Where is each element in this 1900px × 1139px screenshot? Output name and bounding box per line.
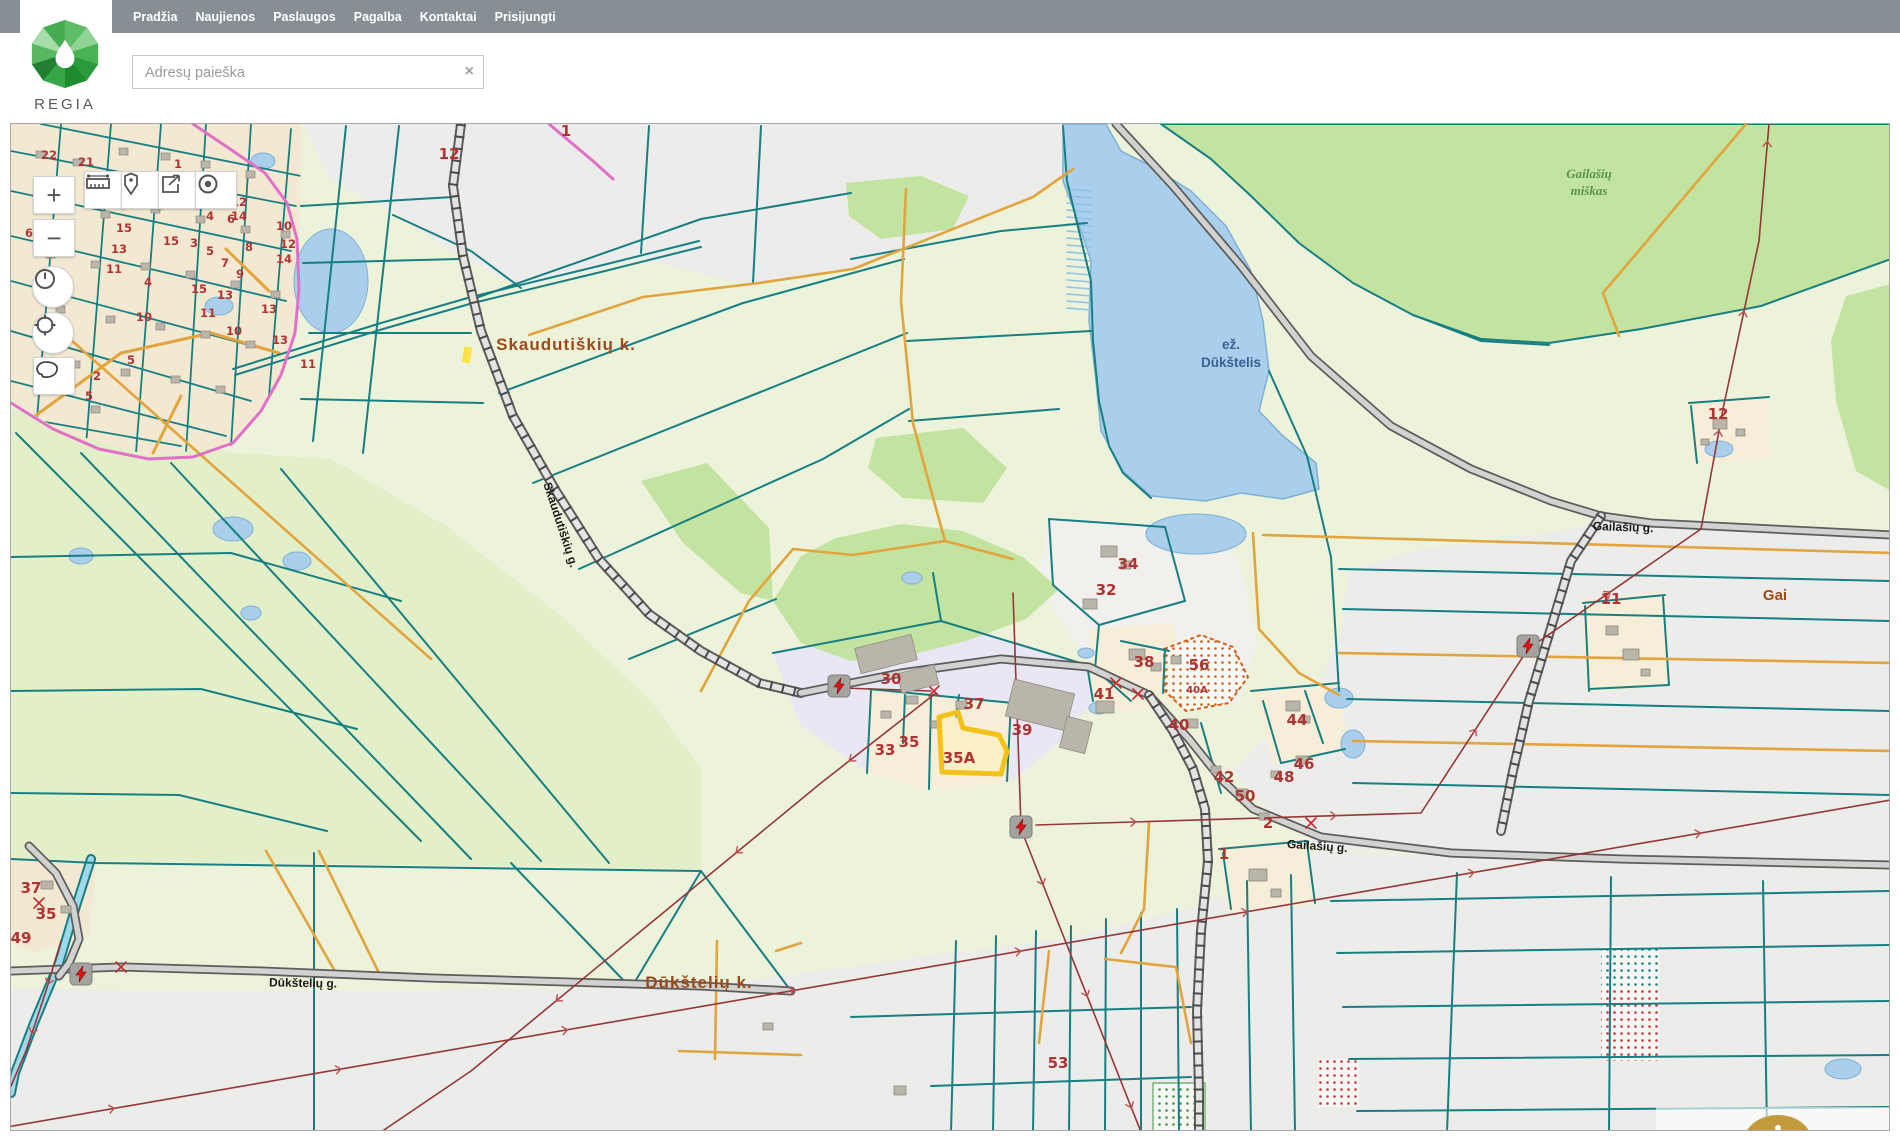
parcel-number-small: 9 bbox=[236, 267, 244, 281]
parcel-number-small: 11 bbox=[300, 357, 316, 371]
top-navigation-bar: Pradžia Naujienos Paslaugos Pagalba Kontakta… bbox=[0, 0, 1900, 33]
substation-lightning-icon bbox=[828, 675, 850, 697]
parcel-number-small: 22 bbox=[41, 148, 57, 162]
parcel-number-small: 13 bbox=[217, 288, 233, 302]
regia-logo-icon[interactable] bbox=[31, 18, 99, 90]
road-label: Dūkštelių g. bbox=[269, 975, 337, 990]
parcel-number-small: 11 bbox=[200, 306, 216, 320]
parcel-number-small: 1 bbox=[174, 157, 182, 171]
parcel-number: 48 bbox=[1274, 768, 1295, 786]
parcel-number: 53 bbox=[1048, 1054, 1069, 1072]
parcel-number: 1 bbox=[561, 124, 571, 140]
parcel-number: 35A bbox=[943, 749, 976, 767]
parcel-number-small: 15 bbox=[116, 221, 132, 235]
parcel-number: 34 bbox=[1118, 555, 1139, 573]
place-label: Dūkštelis bbox=[1201, 355, 1261, 370]
parcel-number: 1 bbox=[1219, 845, 1229, 863]
parcel-number-small: 3 bbox=[190, 236, 198, 250]
nav-item-prisijungti[interactable]: Prisijungti bbox=[495, 10, 556, 24]
address-search-box: × bbox=[132, 55, 484, 89]
gem-icon bbox=[32, 20, 98, 88]
parcel-number-small: 6 bbox=[25, 226, 33, 240]
zoom-in-button[interactable]: + bbox=[33, 176, 75, 214]
parcel-number: 40 bbox=[1169, 716, 1190, 734]
parcel-number: 35 bbox=[36, 905, 57, 923]
parcel-number-small: 13 bbox=[261, 302, 277, 316]
parcel-number: 12 bbox=[439, 145, 460, 163]
nav-item-pradžia[interactable]: Pradžia bbox=[133, 10, 177, 24]
parcel-number-small: 12 bbox=[280, 237, 296, 251]
place-label: miškas bbox=[1571, 183, 1608, 198]
locate-button[interactable] bbox=[32, 312, 74, 354]
substation-lightning-icon bbox=[70, 963, 92, 985]
parcel-number-small: 14 bbox=[276, 252, 292, 266]
road-label: Gailašių g. bbox=[1593, 519, 1654, 535]
main-menu: Pradžia Naujienos Paslaugos Pagalba Kontakta… bbox=[133, 0, 556, 33]
map-canvas[interactable]: Skaudutiškių k. Dūkštelių k. ež. Dūkštelis G… bbox=[10, 123, 1890, 1131]
parcel-number: 38 bbox=[1134, 653, 1155, 671]
place-label: Skaudutiškių k. bbox=[496, 335, 636, 354]
place-label: Dūkštelių k. bbox=[645, 973, 752, 992]
nav-item-paslaugos[interactable]: Paslaugos bbox=[273, 10, 336, 24]
place-label: Gai bbox=[1763, 587, 1787, 604]
parcel-number-small: 15 bbox=[191, 282, 207, 296]
parcel-number: 49 bbox=[11, 929, 31, 947]
parcel-number-small: 5 bbox=[85, 389, 93, 403]
substation-lightning-icon bbox=[1517, 635, 1539, 657]
parcel-number-small: 4 bbox=[206, 209, 214, 223]
parcel-number: 56 bbox=[1189, 656, 1210, 674]
parcel-number: 11 bbox=[1601, 590, 1622, 608]
parcel-number: 12 bbox=[1708, 405, 1729, 423]
parcel-number-small: 15 bbox=[163, 234, 179, 248]
parcel-number-small: 5 bbox=[127, 353, 135, 367]
parcel-number-small: 21 bbox=[78, 155, 94, 169]
select-area-button[interactable] bbox=[33, 357, 75, 395]
parcel-number-small: 7 bbox=[221, 256, 229, 270]
place-label: ež. bbox=[1222, 337, 1240, 352]
search-input[interactable] bbox=[143, 61, 447, 85]
share-button[interactable] bbox=[158, 171, 200, 209]
cadastral-map[interactable]: Skaudutiškių k. Dūkštelių k. ež. Dūkštelis G… bbox=[11, 124, 1890, 1131]
sklypukaralius-badge: sklypukaralius.lt bbox=[1656, 1107, 1890, 1131]
parcel-number-small: 13 bbox=[111, 242, 127, 256]
regia-map-portal: Pradžia Naujienos Paslaugos Pagalba Kontakta… bbox=[0, 0, 1900, 1139]
parcel-number-small: 10 bbox=[226, 324, 242, 338]
parcel-number: 35 bbox=[899, 733, 920, 751]
parcel-number-small: 14 bbox=[231, 209, 247, 223]
add-marker-button[interactable] bbox=[121, 171, 163, 209]
parcel-number: 50 bbox=[1235, 787, 1256, 805]
parcel-number-small: 10 bbox=[136, 310, 152, 324]
parcel-number-small: 13 bbox=[272, 333, 288, 347]
measure-button[interactable] bbox=[84, 171, 126, 209]
clear-search-icon[interactable]: × bbox=[465, 63, 474, 81]
place-label: Gailašių bbox=[1566, 166, 1612, 181]
parcel-number: 37 bbox=[964, 695, 985, 713]
substation-lightning-icon bbox=[1010, 816, 1032, 838]
parcel-number-small: 10 bbox=[276, 219, 292, 233]
parcel-number: 2 bbox=[1263, 814, 1273, 832]
nav-item-naujienos[interactable]: Naujienos bbox=[195, 10, 255, 24]
history-button[interactable] bbox=[32, 266, 74, 308]
parcel-number: 44 bbox=[1287, 711, 1308, 729]
nav-item-kontaktai[interactable]: Kontaktai bbox=[420, 10, 477, 24]
parcel-number-small: 5 bbox=[206, 244, 214, 258]
center-map-button[interactable] bbox=[195, 171, 237, 209]
parcel-number-small: 11 bbox=[106, 262, 122, 276]
parcel-number: 37 bbox=[21, 879, 42, 897]
parcel-number: 33 bbox=[875, 741, 896, 759]
parcel-number: 40A bbox=[1186, 685, 1208, 696]
parcel-number: 42 bbox=[1214, 768, 1235, 786]
zoom-out-button[interactable]: − bbox=[33, 219, 75, 257]
parcel-number: 46 bbox=[1294, 755, 1315, 773]
parcel-number-small: 4 bbox=[144, 275, 152, 289]
parcel-number: 39 bbox=[1012, 721, 1033, 739]
parcel-number-small: 8 bbox=[245, 240, 253, 254]
parcel-number-small: 2 bbox=[93, 369, 101, 383]
nav-item-pagalba[interactable]: Pagalba bbox=[354, 10, 402, 24]
parcel-number: 32 bbox=[1096, 581, 1117, 599]
parcel-number: 41 bbox=[1094, 685, 1115, 703]
crown-pin-icon bbox=[1731, 1115, 1825, 1131]
brand-name: REGIA bbox=[0, 96, 130, 113]
parcel-number: 30 bbox=[881, 670, 902, 688]
